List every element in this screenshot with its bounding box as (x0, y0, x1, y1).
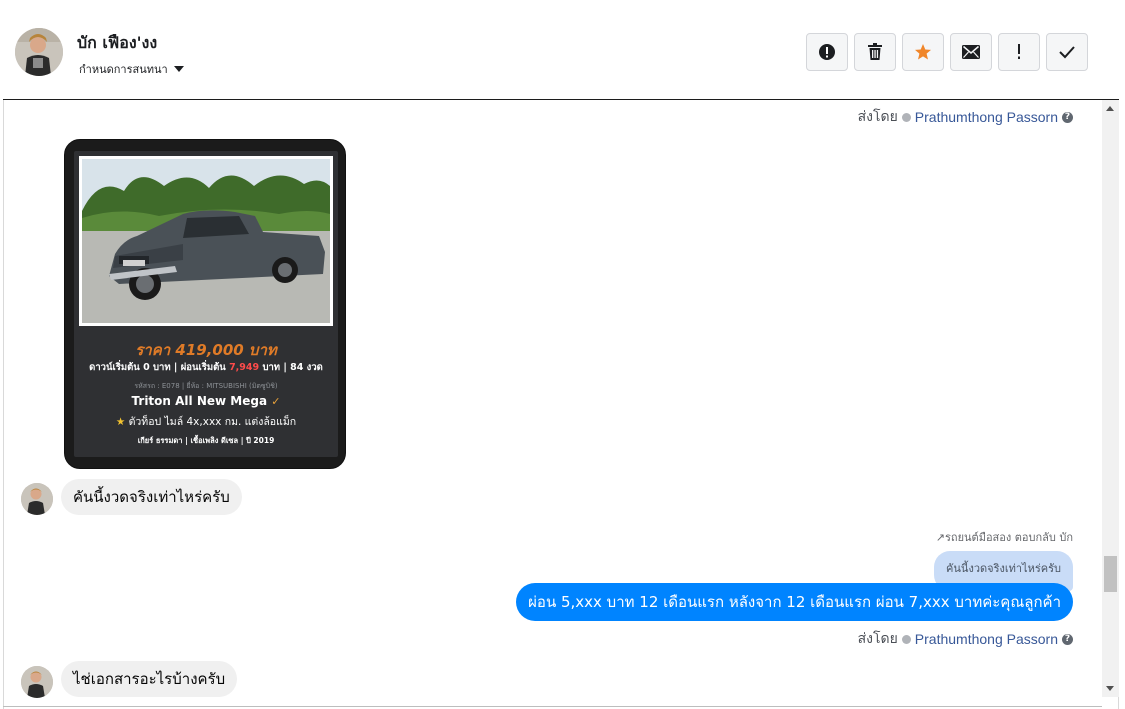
car-specs: เกียร์ ธรรมดา | เชื้อเพลิง ดีเซล | ปี 20… (137, 436, 275, 445)
caret-down-icon (173, 66, 184, 72)
assign-conversation-dropdown[interactable]: กำหนดการสนทนา (79, 60, 184, 78)
divider (3, 706, 1102, 707)
sent-by-label: ส่งโดย Prathumthong Passorn ? (858, 106, 1073, 128)
verified-icon: ✓ (271, 395, 281, 408)
car-meta: รหัสรถ : E078 | ยี่ห้อ : MITSUBISHI (มิต… (134, 382, 278, 390)
delete-button[interactable] (854, 33, 896, 71)
car-price: ราคา 419,000 บาท (135, 341, 277, 359)
incoming-message[interactable]: คันนี้งวดจริงเท่าไหร่ครับ (61, 479, 242, 515)
agent-name[interactable]: Prathumthong Passorn (915, 631, 1058, 647)
agent-name[interactable]: Prathumthong Passorn (915, 109, 1058, 125)
reply-label-text: รถยนต์มือสอง ตอบกลับ บัก (945, 531, 1073, 544)
car-listing-image[interactable]: ราคา 419,000 บาท ดาวน์เริ่มต้น 0 บาท | ผ… (64, 139, 346, 469)
agent-status-icon (901, 634, 911, 644)
car-feature-text: ตัวท็อป ไมล์ 4x,xxx กม. แต่งล้อแม็ก (128, 416, 297, 428)
help-icon[interactable]: ? (1062, 111, 1073, 123)
star-icon (915, 44, 931, 60)
mark-done-button[interactable] (1046, 33, 1088, 71)
contact-avatar-small[interactable] (21, 483, 53, 515)
assign-label: กำหนดการสนทนา (79, 63, 168, 76)
spam-icon (819, 44, 835, 60)
contact-name: บัก เฟือง'งง (77, 33, 158, 52)
car-model-text: Triton All New Mega (131, 394, 268, 408)
finance-text-a: ดาวน์เริ่มต้น 0 บาท | ผ่อนเริ่มต้น (89, 362, 226, 373)
finance-text-b: บาท | 84 งวด (262, 362, 323, 373)
card-body: ราคา 419,000 บาท ดาวน์เริ่มต้น 0 บาท | ผ… (74, 151, 338, 457)
reply-context: ↗รถยนต์มือสอง ตอบกลับ บัก (936, 528, 1073, 546)
car-feature: ★ ตัวท็อป ไมล์ 4x,xxx กม. แต่งล้อแม็ก (74, 413, 338, 430)
contact-avatar[interactable] (15, 28, 63, 76)
important-icon (1018, 44, 1020, 59)
star-button[interactable] (902, 33, 944, 71)
car-model: Triton All New Mega ✓ (74, 394, 338, 408)
scrollbar[interactable] (1102, 100, 1119, 697)
scroll-up-icon[interactable] (1106, 106, 1114, 111)
trash-icon (868, 43, 882, 60)
check-icon (1059, 46, 1075, 59)
scroll-down-icon[interactable] (1106, 686, 1114, 691)
contact-avatar-small[interactable] (21, 666, 53, 698)
envelope-icon (962, 45, 980, 59)
help-icon[interactable]: ? (1062, 633, 1073, 645)
reply-icon: ↗ (935, 531, 946, 544)
sent-by-prefix: ส่งโดย (857, 109, 898, 125)
finance-amount: 7,949 (229, 362, 260, 373)
scrollbar-thumb[interactable] (1104, 556, 1117, 592)
star-bullet-icon: ★ (115, 416, 126, 428)
sent-by-label: ส่งโดย Prathumthong Passorn ? (858, 628, 1073, 650)
sent-by-prefix: ส่งโดย (857, 631, 898, 647)
finance-line: ดาวน์เริ่มต้น 0 บาท | ผ่อนเริ่มต้น 7,949… (74, 360, 338, 375)
header-actions (806, 33, 1088, 71)
incoming-message[interactable]: ไช่เอกสารอะไรบ้างครับ (61, 661, 238, 697)
follow-up-button[interactable] (998, 33, 1040, 71)
mark-spam-button[interactable] (806, 33, 848, 71)
agent-status-icon (901, 112, 911, 122)
conversation-header: บัก เฟือง'งง กำหนดการสนทนา (3, 3, 1119, 100)
mark-unread-button[interactable] (950, 33, 992, 71)
car-photo (79, 156, 333, 326)
outgoing-message[interactable]: ผ่อน 5,xxx บาท 12 เดือนแรก หลังจาก 12 เด… (516, 583, 1073, 621)
